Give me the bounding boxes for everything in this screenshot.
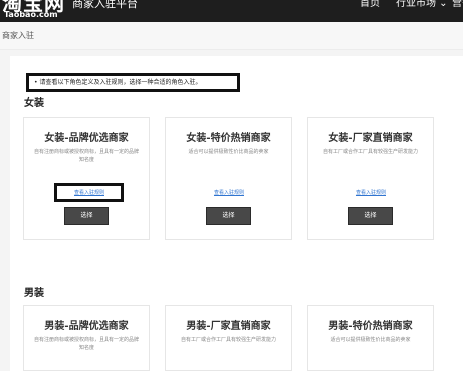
womenswear-discount-merchant-card: 女装-特价热销商家 适合可以提供极致性价比商品的卖家 查看入驻规则 选择 (165, 117, 292, 240)
womenswear-factory-merchant-card: 女装-厂家直销商家 自有工厂或合作工厂具有较强生产研发能力 查看入驻规则 选择 (307, 117, 434, 240)
main-content-area: • 请查看以下角色定义及入驻规则，选择一种合适的角色入驻。 女装 女装-品牌优选… (0, 50, 463, 371)
menswear-discount-merchant-card: 男装-特价热销商家 适合可以提供极致性价比商品的卖家 (307, 305, 434, 371)
view-entry-rules-link[interactable]: 查看入驻规则 (57, 189, 121, 197)
card-description: 适合可以提供极致性价比商品的卖家 (330, 337, 411, 343)
top-navigation-bar: 淘宝网 Taobao.com 商家入驻平台 首页 行业市场 ⌄ 营销活动 (0, 0, 463, 22)
card-title: 女装-特价热销商家 (186, 133, 271, 144)
view-entry-rules-link[interactable]: 查看入驻规则 (311, 189, 431, 197)
notice-text: • 请查看以下角色定义及入驻规则，选择一种合适的角色入驻。 (34, 79, 202, 86)
select-role-button[interactable]: 选择 (348, 207, 393, 225)
breadcrumb-bar: 商家入驻 (0, 22, 463, 50)
nav-marketing-link[interactable]: 营销活动 (452, 0, 463, 10)
nav-home-link[interactable]: 首页 (360, 0, 380, 10)
card-title: 女装-厂家直销商家 (328, 133, 413, 144)
select-role-button[interactable]: 选择 (206, 207, 251, 225)
view-entry-rules-link[interactable]: 查看入驻规则 (169, 189, 289, 197)
taobao-logo[interactable]: 淘宝网 Taobao.com (2, 0, 66, 20)
card-title: 女装-品牌优选商家 (44, 133, 129, 144)
menswear-factory-merchant-card: 男装-厂家直销商家 自有工厂或合作工厂具有较强生产研发能力 (165, 305, 292, 371)
card-description: 自有工厂或合作工厂具有较强生产研发能力 (180, 337, 276, 343)
menswear-section-title: 男装 (24, 288, 44, 299)
merchant-role-panel: • 请查看以下角色定义及入驻规则，选择一种合适的角色入驻。 女装 女装-品牌优选… (10, 56, 463, 371)
womenswear-brand-merchant-card: 女装-品牌优选商家 自有注册商标或被授权商标，且具有一定的品牌知名度 查看入驻规… (23, 117, 150, 240)
womenswear-section-title: 女装 (24, 98, 44, 109)
menswear-brand-merchant-card: 男装-品牌优选商家 自有注册商标或被授权商标，且具有一定的品牌知名度 (23, 305, 150, 371)
card-description: 自有注册商标或被授权商标，且具有一定的品牌知名度 (34, 149, 140, 163)
card-title: 男装-厂家直销商家 (186, 321, 271, 332)
select-role-button[interactable]: 选择 (64, 207, 109, 225)
card-title: 男装-特价热销商家 (328, 321, 413, 332)
role-selection-notice: • 请查看以下角色定义及入驻规则，选择一种合适的角色入驻。 (26, 73, 240, 92)
card-description: 自有工厂或合作工厂具有较强生产研发能力 (322, 149, 418, 155)
card-title: 男装-品牌优选商家 (44, 321, 129, 332)
breadcrumb: 商家入驻 (2, 31, 34, 40)
card-description: 适合可以提供极致性价比商品的卖家 (188, 149, 269, 155)
logo-sub-text: Taobao.com (4, 10, 58, 19)
card-description: 自有注册商标或被授权商标，且具有一定的品牌知名度 (34, 337, 140, 351)
platform-title: 商家入驻平台 (72, 0, 138, 10)
nav-industry-market-dropdown[interactable]: 行业市场 ⌄ (396, 0, 448, 10)
highlighted-rules-link: 查看入驻规则 (54, 183, 124, 202)
